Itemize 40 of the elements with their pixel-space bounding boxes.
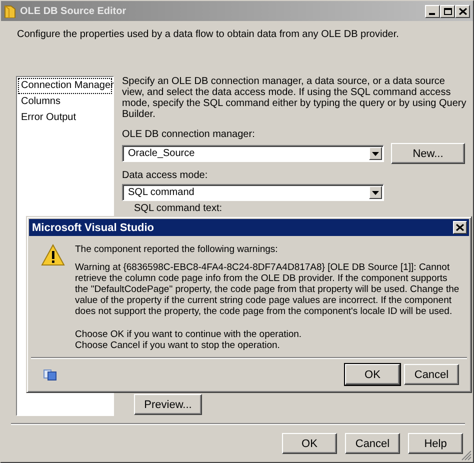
window-title: OLE DB Source Editor — [20, 6, 128, 16]
resize-grip-icon[interactable] — [461, 450, 472, 461]
sidebar-item[interactable]: Columns — [18, 94, 112, 110]
app-icon — [4, 4, 16, 18]
field-label: SQL command text: — [134, 203, 223, 214]
close-button[interactable] — [455, 4, 470, 18]
maximize-icon — [444, 8, 452, 14]
field-label: Data access mode: — [122, 170, 209, 181]
instructions-text: Specify an OLE DB connection manager, a data source, or a data source view, and select the data access mode. If using the SQL command access mode, specify the SQL command either by typing the query or by using Query Builder. — [122, 76, 467, 120]
cancel-button[interactable]: Cancel — [404, 364, 459, 385]
description-text: Configure the properties used by a data flow to obtain data from any OLE DB provider. — [17, 29, 400, 40]
dropdown-button[interactable] — [369, 186, 382, 199]
minimize-button[interactable] — [425, 4, 440, 18]
dropdown-button[interactable] — [369, 147, 382, 160]
help-button[interactable]: Help — [408, 433, 463, 454]
connection-dropdown[interactable]: Oracle_Source — [122, 145, 384, 162]
sidebar-item[interactable]: Error Output — [18, 110, 112, 126]
field-value: Oracle_Source — [128, 148, 196, 159]
close-icon — [456, 224, 464, 231]
ok-button[interactable]: OK — [282, 433, 337, 454]
message-heading: The component reported the following warnings: — [75, 244, 279, 255]
close-button[interactable] — [453, 221, 467, 234]
close-icon — [458, 8, 466, 14]
warning-icon — [41, 244, 65, 266]
sidebar-item[interactable]: Connection Manager — [18, 78, 112, 94]
dialog-title: Microsoft Visual Studio — [32, 222, 154, 234]
maximize-button[interactable] — [440, 4, 455, 18]
access-mode-dropdown[interactable]: SQL command — [122, 184, 384, 201]
copy-icon[interactable] — [43, 368, 57, 380]
message-text: Choose Cancel if you want to stop the operation. — [75, 340, 281, 351]
field-label: OLE DB connection manager: — [122, 129, 256, 140]
caret-icon — [372, 190, 379, 194]
warning-message: Warning at {6836598C-EBC8-4FA4-8C24-8DF7A4D817A8} [OLE DB Source [1]]: Cannot retrieve the column code page info from the OLE DB provider. If the component supports the "DefaultCodePage" property, the code page from that property will be used. Change the value of the property if the current string code page values are incorrect. If the component does not support the property, the code page from the component's locale ID will be used. — [75, 262, 460, 317]
new-button[interactable]: New... — [391, 143, 465, 164]
message-text: Choose OK if you want to continue with the operation. — [75, 329, 303, 340]
caret-icon — [372, 152, 379, 156]
ok-button[interactable]: OK — [345, 364, 400, 385]
cancel-button[interactable]: Cancel — [345, 433, 400, 454]
preview-button[interactable]: Preview... — [134, 394, 202, 415]
field-value: SQL command — [128, 187, 196, 198]
